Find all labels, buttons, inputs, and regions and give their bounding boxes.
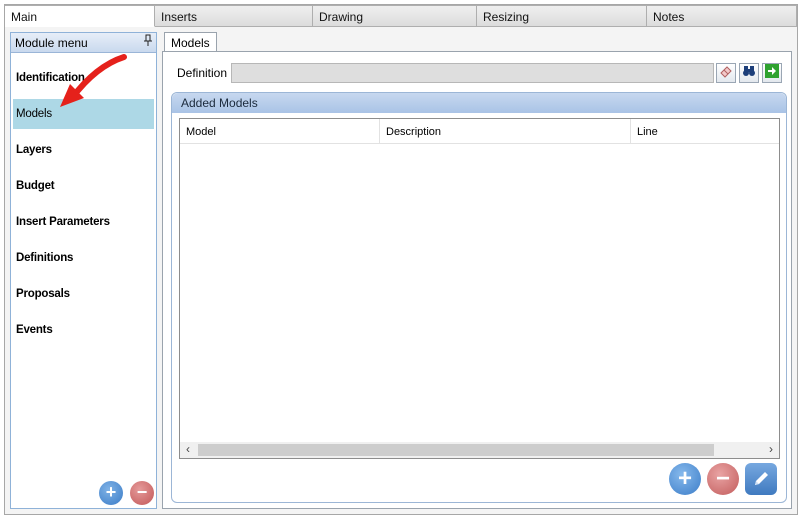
pin-icon[interactable] bbox=[144, 33, 152, 53]
module-menu-header: Module menu bbox=[11, 33, 156, 53]
menu-item-insert-parameters[interactable]: Insert Parameters bbox=[13, 207, 154, 237]
menu-item-models[interactable]: Models bbox=[13, 99, 154, 129]
binoculars-icon bbox=[743, 66, 755, 76]
menu-item-events[interactable]: Events bbox=[13, 315, 154, 345]
added-models-group: Added Models Model Description Line ‹ › … bbox=[171, 92, 787, 503]
tab-inserts[interactable]: Inserts bbox=[155, 5, 313, 27]
minus-icon: − bbox=[136, 482, 148, 502]
window-frame: Main Inserts Drawing Resizing Notes Modu… bbox=[4, 4, 798, 515]
plus-icon: + bbox=[677, 465, 692, 492]
column-header-description[interactable]: Description bbox=[380, 119, 631, 144]
apply-definition-button[interactable] bbox=[762, 63, 782, 83]
definition-field[interactable] bbox=[231, 63, 714, 83]
remove-model-button[interactable]: − bbox=[707, 463, 739, 495]
tab-main[interactable]: Main bbox=[5, 5, 155, 27]
scroll-left-icon[interactable]: ‹ bbox=[180, 442, 196, 458]
models-grid[interactable]: Model Description Line ‹ › bbox=[179, 118, 780, 459]
add-model-button[interactable]: + bbox=[669, 463, 701, 495]
menu-item-definitions[interactable]: Definitions bbox=[13, 243, 154, 273]
content-area: Models Definition Added Models Model Des… bbox=[162, 32, 792, 509]
edit-model-button[interactable] bbox=[745, 463, 777, 495]
add-module-button[interactable]: + bbox=[99, 481, 123, 505]
horizontal-scrollbar[interactable]: ‹ › bbox=[180, 442, 779, 458]
search-definition-button[interactable] bbox=[739, 63, 759, 83]
menu-item-identification[interactable]: Identification bbox=[13, 63, 154, 93]
grid-header: Model Description Line bbox=[180, 119, 779, 144]
module-menu-panel: Module menu Identification Models Layers… bbox=[10, 32, 157, 509]
remove-module-button[interactable]: − bbox=[130, 481, 154, 505]
module-menu-title: Module menu bbox=[15, 36, 88, 50]
scroll-right-icon[interactable]: › bbox=[763, 442, 779, 458]
top-tab-strip: Main Inserts Drawing Resizing Notes bbox=[5, 5, 797, 27]
tab-models[interactable]: Models bbox=[164, 32, 217, 52]
menu-item-layers[interactable]: Layers bbox=[13, 135, 154, 165]
column-header-model[interactable]: Model bbox=[180, 119, 380, 144]
models-panel: Definition Added Models Model Descriptio… bbox=[162, 51, 792, 509]
clear-definition-button[interactable] bbox=[716, 63, 736, 83]
column-header-line[interactable]: Line bbox=[631, 119, 779, 144]
tab-drawing[interactable]: Drawing bbox=[313, 5, 477, 27]
scrollbar-thumb[interactable] bbox=[198, 444, 714, 456]
menu-item-budget[interactable]: Budget bbox=[13, 171, 154, 201]
eraser-icon bbox=[720, 66, 732, 78]
tab-resizing[interactable]: Resizing bbox=[477, 5, 647, 27]
pencil-icon bbox=[755, 472, 768, 485]
tab-notes[interactable]: Notes bbox=[647, 5, 797, 27]
added-models-title: Added Models bbox=[172, 93, 786, 113]
minus-icon: − bbox=[715, 465, 730, 492]
green-arrow-icon bbox=[765, 64, 779, 78]
menu-item-proposals[interactable]: Proposals bbox=[13, 279, 154, 309]
plus-icon: + bbox=[105, 482, 117, 502]
definition-label: Definition bbox=[177, 66, 228, 80]
